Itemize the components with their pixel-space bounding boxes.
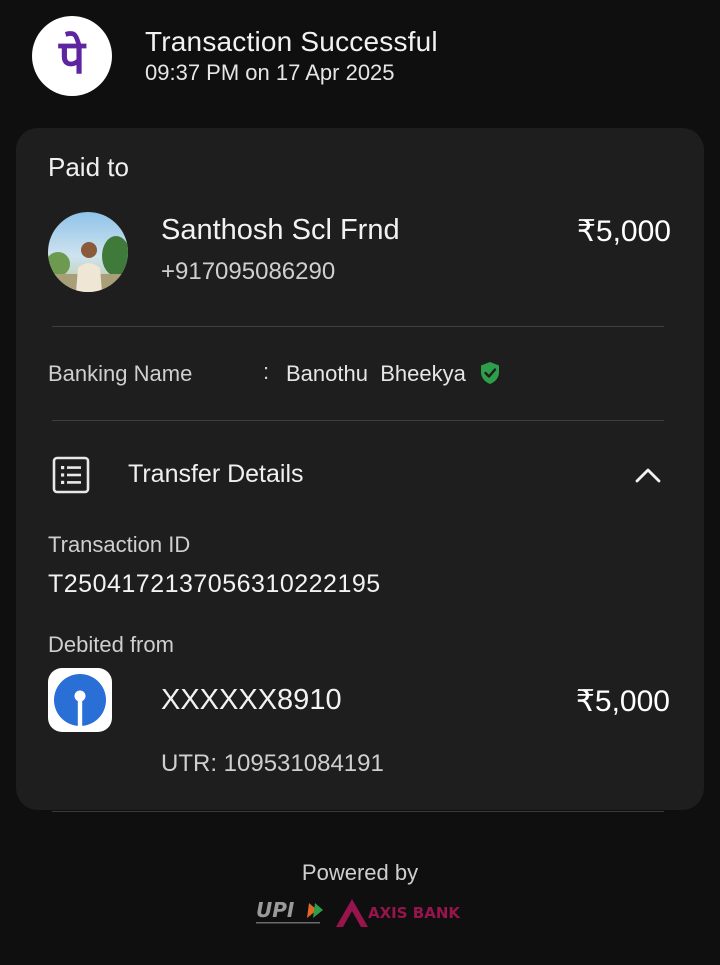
divider	[52, 420, 664, 421]
divider	[52, 811, 664, 812]
debited-from-label: Debited from	[48, 632, 174, 657]
debited-amount: ₹5,000	[575, 685, 670, 718]
transaction-header: पे Transaction Successful 09:37 PM on 17…	[0, 0, 720, 120]
paid-to-label: Paid to	[48, 152, 129, 182]
axis-bank-logo-icon: AXIS BANK	[334, 897, 464, 929]
transaction-datetime: 09:37 PM on 17 Apr 2025	[145, 60, 395, 85]
transfer-details-title[interactable]: Transfer Details	[128, 460, 304, 489]
transaction-id-value[interactable]: T2504172137056310222195	[48, 570, 381, 599]
banking-name-value: Banothu Bheekya	[286, 361, 466, 386]
banking-name-label: Banking Name	[48, 361, 193, 386]
divider	[52, 326, 664, 327]
upi-logo-text: UPI	[256, 898, 295, 922]
payee-phone: +917095086290	[161, 258, 336, 285]
banking-name-separator: :	[263, 359, 270, 384]
transaction-id-label: Transaction ID	[48, 532, 191, 557]
axis-bank-text: AXIS BANK	[368, 904, 461, 922]
paid-amount: ₹5,000	[576, 215, 671, 248]
transaction-card: Paid to Santhosh Scl Frnd +917095086290 …	[16, 128, 704, 810]
transaction-status-title: Transaction Successful	[145, 26, 438, 57]
sbi-logo-icon	[48, 668, 112, 732]
powered-by-label: Powered by	[301, 860, 419, 885]
utr-number[interactable]: UTR: 109531084191	[161, 750, 384, 778]
receipt-list-icon	[52, 456, 90, 494]
payee-name: Santhosh Scl Frnd	[161, 214, 400, 246]
phonepe-logo-icon: पे	[32, 16, 112, 96]
verified-shield-icon	[479, 361, 501, 385]
chevron-up-icon[interactable]	[632, 460, 664, 492]
payee-avatar[interactable]	[48, 212, 128, 292]
upi-logo-icon: UPI	[254, 897, 328, 927]
debited-account-number: XXXXXX8910	[161, 684, 342, 716]
svg-text:पे: पे	[58, 30, 87, 84]
